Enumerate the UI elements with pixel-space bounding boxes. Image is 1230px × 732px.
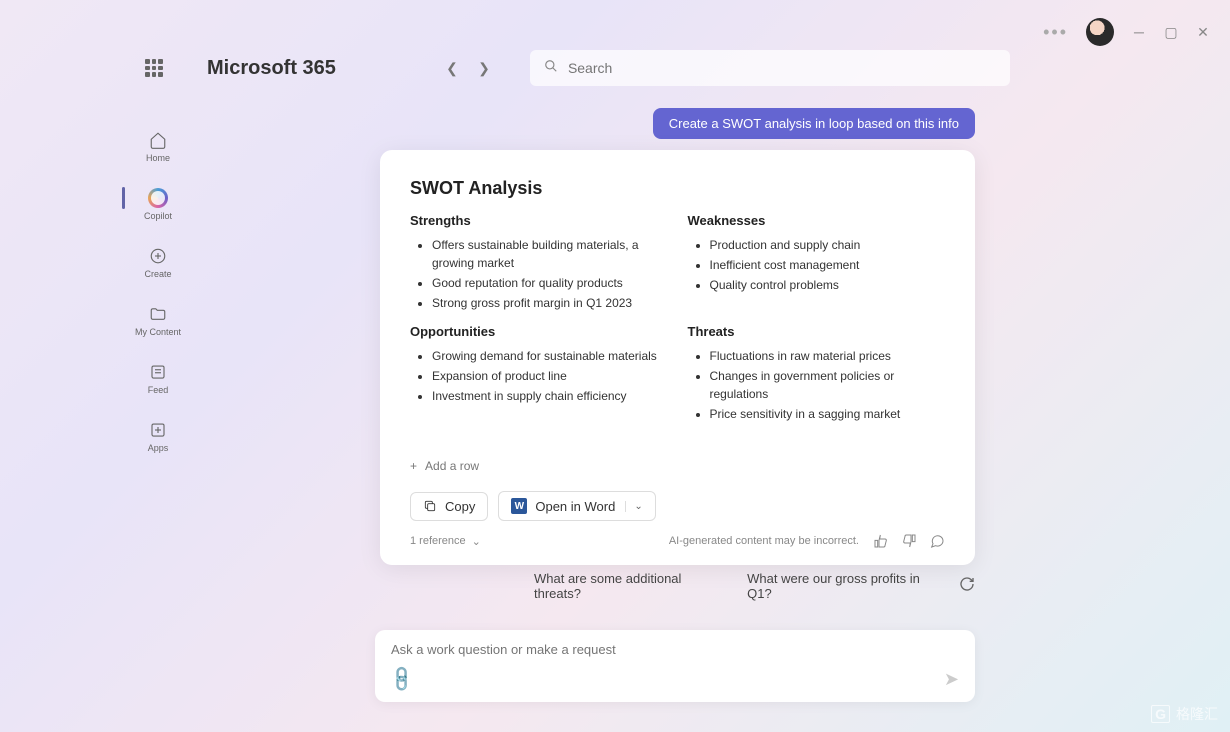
references-label: 1 reference (410, 535, 466, 547)
list-item: Offers sustainable building materials, a… (432, 236, 668, 272)
thumbs-up-icon[interactable] (873, 533, 889, 549)
folder-icon (147, 303, 169, 325)
disclaimer-text: AI-generated content may be incorrect. (669, 535, 859, 547)
copy-button[interactable]: Copy (410, 492, 488, 521)
sidebar-item-create[interactable]: Create (130, 241, 186, 283)
suggestion-row: What are some additional threats? What w… (530, 565, 975, 607)
response-card: SWOT Analysis Strengths Offers sustainab… (380, 150, 975, 565)
sidebar-item-home[interactable]: Home (130, 125, 186, 167)
suggestion-chip[interactable]: What are some additional threats? (530, 565, 723, 607)
swot-title: SWOT Analysis (410, 178, 945, 199)
app-header: Microsoft 365 ❮ ❯ (145, 50, 1170, 86)
forward-button[interactable]: ❯ (472, 56, 496, 80)
send-icon[interactable]: ➤ (944, 669, 959, 690)
chevron-down-icon[interactable]: ⌄ (625, 501, 642, 512)
card-footer: 1 reference ⌄ AI-generated content may b… (410, 533, 945, 549)
sidebar-item-apps[interactable]: Apps (130, 415, 186, 457)
open-in-word-button[interactable]: W Open in Word ⌄ (498, 491, 655, 521)
user-message: Create a SWOT analysis in loop based on … (653, 108, 975, 139)
references-link[interactable]: 1 reference ⌄ (410, 535, 481, 548)
swot-grid: Strengths Offers sustainable building ma… (410, 213, 945, 435)
suggestion-chip[interactable]: What were our gross profits in Q1? (743, 565, 939, 607)
swot-weaknesses: Weaknesses Production and supply chain I… (688, 213, 946, 314)
list-item: Price sensitivity in a sagging market (710, 405, 946, 423)
sidebar-item-label: Feed (148, 385, 169, 395)
open-word-label: Open in Word (535, 499, 615, 514)
list-item: Good reputation for quality products (432, 274, 668, 292)
plus-icon: + (410, 459, 417, 473)
maximize-button[interactable]: ▢ (1164, 25, 1178, 39)
copy-label: Copy (445, 499, 475, 514)
watermark: G 格隆汇 (1151, 704, 1218, 724)
swot-list: Production and supply chain Inefficient … (688, 236, 946, 294)
swot-heading: Strengths (410, 213, 668, 228)
swot-list: Fluctuations in raw material prices Chan… (688, 347, 946, 423)
swot-strengths: Strengths Offers sustainable building ma… (410, 213, 668, 314)
swot-list: Offers sustainable building materials, a… (410, 236, 668, 312)
sidebar-item-label: Home (146, 153, 170, 163)
add-row-label: Add a row (425, 459, 479, 473)
copilot-icon (147, 187, 169, 209)
list-item: Strong gross profit margin in Q1 2023 (432, 294, 668, 312)
minimize-button[interactable]: ─ (1132, 25, 1146, 39)
more-icon[interactable]: ••• (1043, 22, 1068, 43)
sidebar-item-label: Create (144, 269, 171, 279)
apps-icon (147, 419, 169, 441)
sidebar-item-feed[interactable]: Feed (130, 357, 186, 399)
window-titlebar: ••• ─ ▢ ✕ (1043, 18, 1210, 46)
swot-list: Growing demand for sustainable materials… (410, 347, 668, 405)
sidebar-item-label: My Content (135, 327, 181, 337)
refresh-icon[interactable] (959, 576, 975, 597)
word-icon: W (511, 498, 527, 514)
list-item: Production and supply chain (710, 236, 946, 254)
app-title: Microsoft 365 (207, 57, 336, 80)
sidebar-item-mycontent[interactable]: My Content (130, 299, 186, 341)
swot-opportunities: Opportunities Growing demand for sustain… (410, 324, 668, 425)
chevron-down-icon: ⌄ (472, 535, 481, 548)
close-button[interactable]: ✕ (1196, 25, 1210, 39)
list-item: Growing demand for sustainable materials (432, 347, 668, 365)
avatar[interactable] (1086, 18, 1114, 46)
list-item: Investment in supply chain efficiency (432, 387, 668, 405)
home-icon (147, 129, 169, 151)
swot-heading: Opportunities (410, 324, 668, 339)
list-item: Quality control problems (710, 276, 946, 294)
card-toolbar: Copy W Open in Word ⌄ (410, 491, 945, 521)
compose-input[interactable] (391, 642, 959, 657)
search-box[interactable] (530, 50, 1010, 86)
sidebar: Home Copilot Create My Content Feed Apps (130, 125, 186, 457)
list-item: Expansion of product line (432, 367, 668, 385)
search-icon (544, 59, 558, 78)
feed-icon (147, 361, 169, 383)
compose-box[interactable]: 🔗 ➤ (375, 630, 975, 702)
list-item: Inefficient cost management (710, 256, 946, 274)
sidebar-item-copilot[interactable]: Copilot (130, 183, 186, 225)
swot-threats: Threats Fluctuations in raw material pri… (688, 324, 946, 425)
back-button[interactable]: ❮ (440, 56, 464, 80)
copy-icon (423, 499, 437, 513)
swot-heading: Threats (688, 324, 946, 339)
app-launcher-icon[interactable] (145, 59, 163, 77)
thumbs-down-icon[interactable] (901, 533, 917, 549)
comment-icon[interactable] (929, 533, 945, 549)
sidebar-item-label: Copilot (144, 211, 172, 221)
nav-arrows: ❮ ❯ (440, 56, 496, 80)
swot-heading: Weaknesses (688, 213, 946, 228)
list-item: Fluctuations in raw material prices (710, 347, 946, 365)
attach-icon[interactable]: 🔗 (387, 664, 418, 695)
search-input[interactable] (568, 60, 996, 76)
sidebar-item-label: Apps (148, 443, 169, 453)
create-icon (147, 245, 169, 267)
add-row-button[interactable]: + Add a row (410, 459, 945, 473)
list-item: Changes in government policies or regula… (710, 367, 946, 403)
